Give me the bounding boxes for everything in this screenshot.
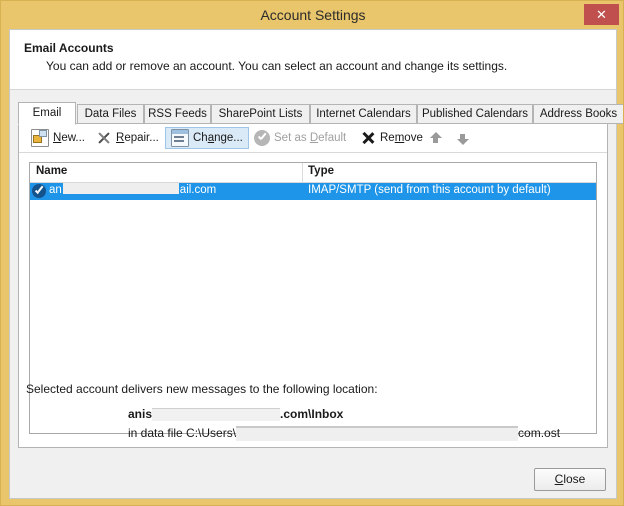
tab-email[interactable]: Email [18, 102, 76, 125]
datafile-prefix: in data file C:\Users\ [128, 426, 237, 440]
remove-button-label: Remove [380, 132, 423, 144]
dialog-footer: Close [10, 462, 616, 498]
column-header-name[interactable]: Name [36, 165, 67, 177]
set-as-default-label: Set as Default [274, 132, 347, 144]
list-header-row: Name Type [30, 163, 596, 183]
repair-button-label: Repair... [116, 132, 159, 144]
account-name-prefix: an [49, 184, 62, 196]
accounts-toolbar: New... Repair... Change... Set as Defaul… [19, 124, 607, 153]
datafile-suffix: com.ost [518, 426, 561, 440]
account-name-suffix: ail.com [179, 184, 217, 196]
header-banner: Email Accounts You can add or remove an … [10, 30, 616, 90]
account-settings-dialog: Account Settings ✕ Email Accounts You ca… [0, 0, 624, 506]
window-title: Account Settings [260, 7, 366, 23]
new-account-icon [31, 129, 49, 147]
default-account-check-icon [32, 184, 46, 198]
close-icon[interactable]: ✕ [584, 4, 619, 25]
set-default-check-icon [254, 130, 270, 146]
close-button[interactable]: Close [534, 468, 606, 491]
delivery-location-label: Selected account delivers new messages t… [26, 382, 378, 396]
repair-button[interactable]: Repair... [90, 127, 165, 149]
redacted-block [152, 408, 281, 422]
tab-internet-calendars[interactable]: Internet Calendars [310, 104, 417, 124]
redacted-block [62, 183, 179, 195]
page-title: Email Accounts [24, 41, 114, 55]
change-button[interactable]: Change... [165, 127, 249, 149]
account-type-cell: IMAP/SMTP (send from this account by def… [308, 184, 551, 196]
redacted-block [236, 426, 519, 442]
new-button[interactable]: New... [25, 127, 91, 149]
delivery-location-datafile: in data file C:\Users\ com.ost [128, 426, 561, 442]
move-up-icon [429, 132, 442, 145]
title-bar[interactable]: Account Settings ✕ [1, 1, 623, 29]
remove-button[interactable]: Remove [354, 127, 429, 149]
tab-published-calendars[interactable]: Published Calendars [417, 104, 533, 124]
change-settings-icon [171, 129, 189, 147]
close-button-label: lose [563, 472, 586, 486]
mailbox-suffix: .com\Inbox [280, 407, 344, 421]
mailbox-prefix: anis [128, 407, 153, 421]
email-tab-panel: New... Repair... Change... Set as Defaul… [18, 123, 608, 448]
move-down-icon [456, 132, 469, 145]
delivery-location-mailbox: anis .com\Inbox [128, 407, 344, 422]
tab-strip: Email Data Files RSS Feeds SharePoint Li… [18, 102, 623, 125]
account-name-cell: an ail.com [49, 183, 217, 196]
page-description: You can add or remove an account. You ca… [46, 59, 508, 73]
set-as-default-button: Set as Default [248, 127, 352, 149]
tab-sharepoint-lists[interactable]: SharePoint Lists [211, 104, 310, 124]
remove-x-icon [360, 130, 376, 146]
new-button-label: New... [53, 132, 85, 144]
change-button-label: Change... [193, 132, 243, 144]
tab-rss-feeds[interactable]: RSS Feeds [144, 104, 211, 124]
column-divider [302, 163, 303, 182]
tab-data-files[interactable]: Data Files [77, 104, 144, 124]
dialog-client-area: Email Accounts You can add or remove an … [9, 29, 623, 499]
tab-address-books[interactable]: Address Books [533, 104, 623, 124]
table-row[interactable]: an ail.com IMAP/SMTP (send from this acco… [30, 183, 596, 200]
repair-tools-icon [96, 130, 112, 146]
column-header-type[interactable]: Type [308, 165, 334, 177]
